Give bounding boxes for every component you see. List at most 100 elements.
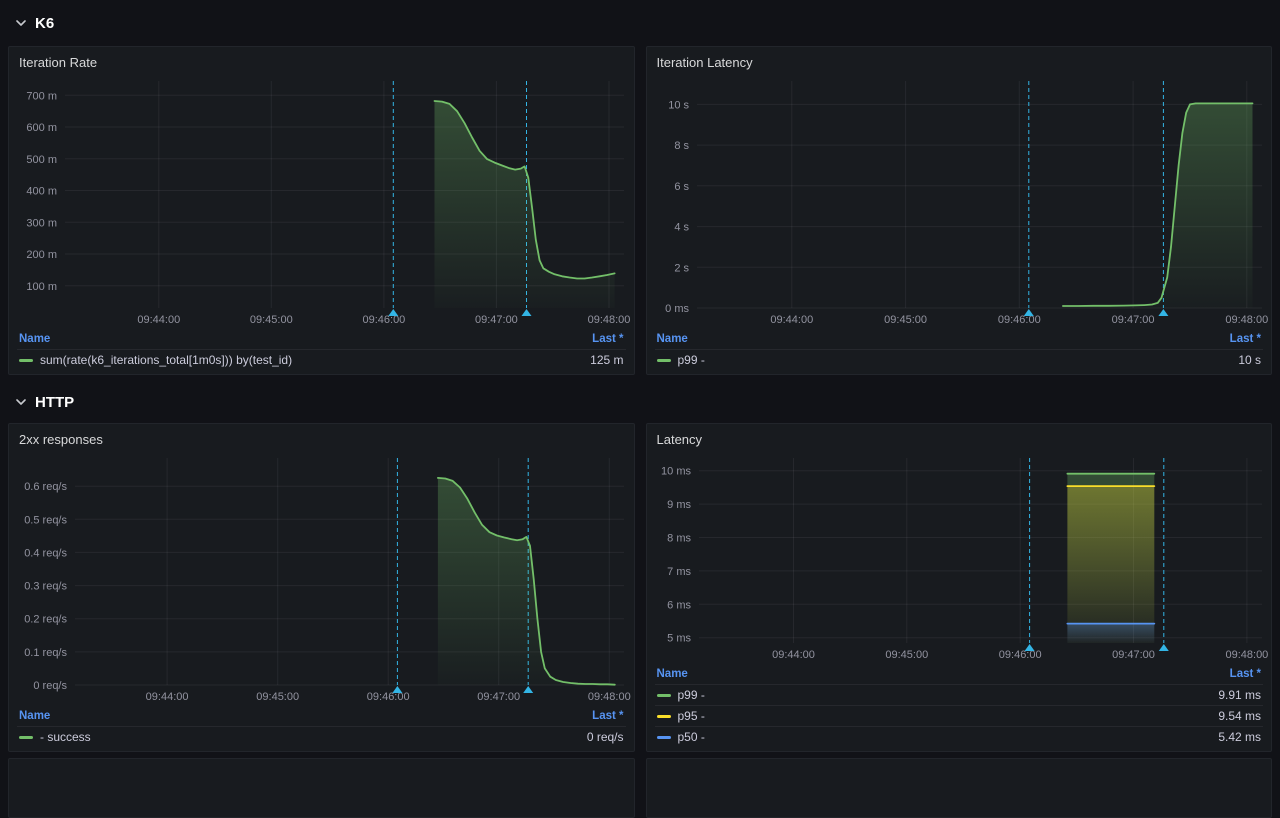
svg-text:2 s: 2 s [674,262,689,274]
legend-row[interactable]: - success 0 req/s [17,726,626,747]
legend-sort-last[interactable]: Last * [1230,332,1261,346]
legend-sort-name[interactable]: Name [657,332,688,346]
svg-text:7 ms: 7 ms [667,566,691,578]
svg-text:09:47:00: 09:47:00 [1112,649,1155,661]
svg-text:09:46:00: 09:46:00 [362,314,405,326]
panel-header[interactable]: 2xx responses [9,424,634,454]
chevron-down-icon [16,19,26,27]
svg-text:100 m: 100 m [26,281,57,293]
svg-text:8 s: 8 s [674,140,689,152]
legend-sort-last[interactable]: Last * [592,709,623,723]
panel-header[interactable]: Iteration Latency [647,47,1272,77]
panel-title[interactable]: 2xx responses [19,432,103,447]
series-name[interactable]: sum(rate(k6_iterations_total[1m0s])) by(… [40,353,292,367]
svg-text:09:46:00: 09:46:00 [998,649,1041,661]
legend: Name Last * sum(rate(k6_iterations_total… [9,330,634,374]
time-series-chart[interactable]: 0 req/s0.1 req/s0.2 req/s0.3 req/s0.4 re… [9,454,634,707]
svg-text:700 m: 700 m [26,90,57,102]
legend-header: Name Last * [655,330,1264,349]
panel-partial [8,758,635,818]
svg-text:09:46:00: 09:46:00 [367,691,410,703]
legend-sort-name[interactable]: Name [19,709,50,723]
series-name[interactable]: - success [40,730,91,744]
svg-text:0 ms: 0 ms [665,303,689,315]
svg-text:09:48:00: 09:48:00 [1225,314,1268,326]
svg-text:09:45:00: 09:45:00 [250,314,293,326]
svg-text:0.1 req/s: 0.1 req/s [24,647,67,659]
legend-sort-name[interactable]: Name [657,667,688,681]
panel-header[interactable]: Latency [647,424,1272,454]
svg-text:10 ms: 10 ms [661,466,691,478]
svg-text:09:44:00: 09:44:00 [146,691,189,703]
legend-sort-last[interactable]: Last * [1230,667,1261,681]
legend-row[interactable]: p99 - 10 s [655,349,1264,370]
legend-sort-name[interactable]: Name [19,332,50,346]
svg-text:09:47:00: 09:47:00 [477,691,520,703]
series-color-swatch [657,736,671,739]
time-series-chart[interactable]: 100 m200 m300 m400 m500 m600 m700 m09:44… [9,77,634,330]
svg-text:09:46:00: 09:46:00 [997,314,1040,326]
panel-iteration-latency: Iteration Latency 0 ms 2 s 4 s 6 s 8 s 10 s 09… [646,46,1273,375]
svg-text:6 s: 6 s [674,181,689,193]
panel-row-partial [8,758,1272,818]
series-name[interactable]: p99 - [678,353,705,367]
dashboard: K6 Iteration Rate 100 m200 m300 m400 m50… [0,0,1280,767]
series-last-value: 9.54 ms [1218,709,1261,723]
svg-text:0.2 req/s: 0.2 req/s [24,614,67,626]
svg-text:300 m: 300 m [26,217,57,229]
svg-text:0 req/s: 0 req/s [33,680,67,692]
series-name[interactable]: p99 - [678,688,705,702]
svg-text:4 s: 4 s [674,222,689,234]
time-series-chart[interactable]: 0 ms 2 s 4 s 6 s 8 s 10 s 09:44:00 09:45:00 09:4… [647,77,1272,330]
time-series-chart[interactable]: 5 ms6 ms7 ms8 ms9 ms10 ms09:44:0009:45:0… [647,454,1272,665]
section-header-http[interactable]: HTTP [8,387,1272,417]
svg-text:5 ms: 5 ms [667,633,691,645]
legend-row[interactable]: p95 - 9.54 ms [655,705,1264,726]
svg-text:09:48:00: 09:48:00 [1225,649,1268,661]
series-color-swatch [657,715,671,718]
svg-text:400 m: 400 m [26,186,57,198]
panel-row-http: 2xx responses 0 req/s 0.1 req/s 0.2 req/s 0… [8,423,1272,752]
panel-title[interactable]: Iteration Latency [657,55,753,70]
panel-header[interactable]: Iteration Rate [9,47,634,77]
legend-row[interactable]: p99 - 9.91 ms [655,684,1264,705]
legend-header: Name Last * [17,330,626,349]
panel-partial [646,758,1273,818]
svg-text:09:47:00: 09:47:00 [475,314,518,326]
series-color-swatch [657,359,671,362]
svg-text:09:48:00: 09:48:00 [588,691,631,703]
section-title-http: HTTP [35,394,74,411]
svg-text:0.4 req/s: 0.4 req/s [24,547,67,559]
panel-title[interactable]: Iteration Rate [19,55,97,70]
section-title-k6: K6 [35,15,54,32]
legend: Name Last * p99 - 10 s [647,330,1272,374]
svg-text:0.6 req/s: 0.6 req/s [24,481,67,493]
svg-text:0.5 req/s: 0.5 req/s [24,514,67,526]
svg-text:09:48:00: 09:48:00 [588,314,631,326]
chevron-down-icon [16,398,26,406]
panel-title[interactable]: Latency [657,432,703,447]
legend-sort-last[interactable]: Last * [592,332,623,346]
legend: Name Last * - success 0 req/s [9,707,634,751]
section-header-k6[interactable]: K6 [8,8,1272,38]
panel-row-k6: Iteration Rate 100 m200 m300 m400 m500 m… [8,46,1272,375]
legend-row[interactable]: p50 - 5.42 ms [655,726,1264,747]
svg-text:09:44:00: 09:44:00 [770,314,813,326]
series-color-swatch [19,359,33,362]
series-name[interactable]: p95 - [678,709,705,723]
svg-text:600 m: 600 m [26,122,57,134]
svg-text:09:45:00: 09:45:00 [884,314,927,326]
svg-text:9 ms: 9 ms [667,499,691,511]
panel-2xx-responses: 2xx responses 0 req/s 0.1 req/s 0.2 req/s 0… [8,423,635,752]
series-color-swatch [19,736,33,739]
svg-text:10 s: 10 s [668,99,689,111]
series-name[interactable]: p50 - [678,730,705,744]
series-last-value: 125 m [590,353,623,367]
svg-text:6 ms: 6 ms [667,599,691,611]
legend-row[interactable]: sum(rate(k6_iterations_total[1m0s])) by(… [17,349,626,370]
svg-text:09:44:00: 09:44:00 [772,649,815,661]
legend-header: Name Last * [655,665,1264,684]
svg-text:200 m: 200 m [26,249,57,261]
legend-header: Name Last * [17,707,626,726]
legend: Name Last * p99 - 9.91 ms p95 - 9.54 ms … [647,665,1272,751]
